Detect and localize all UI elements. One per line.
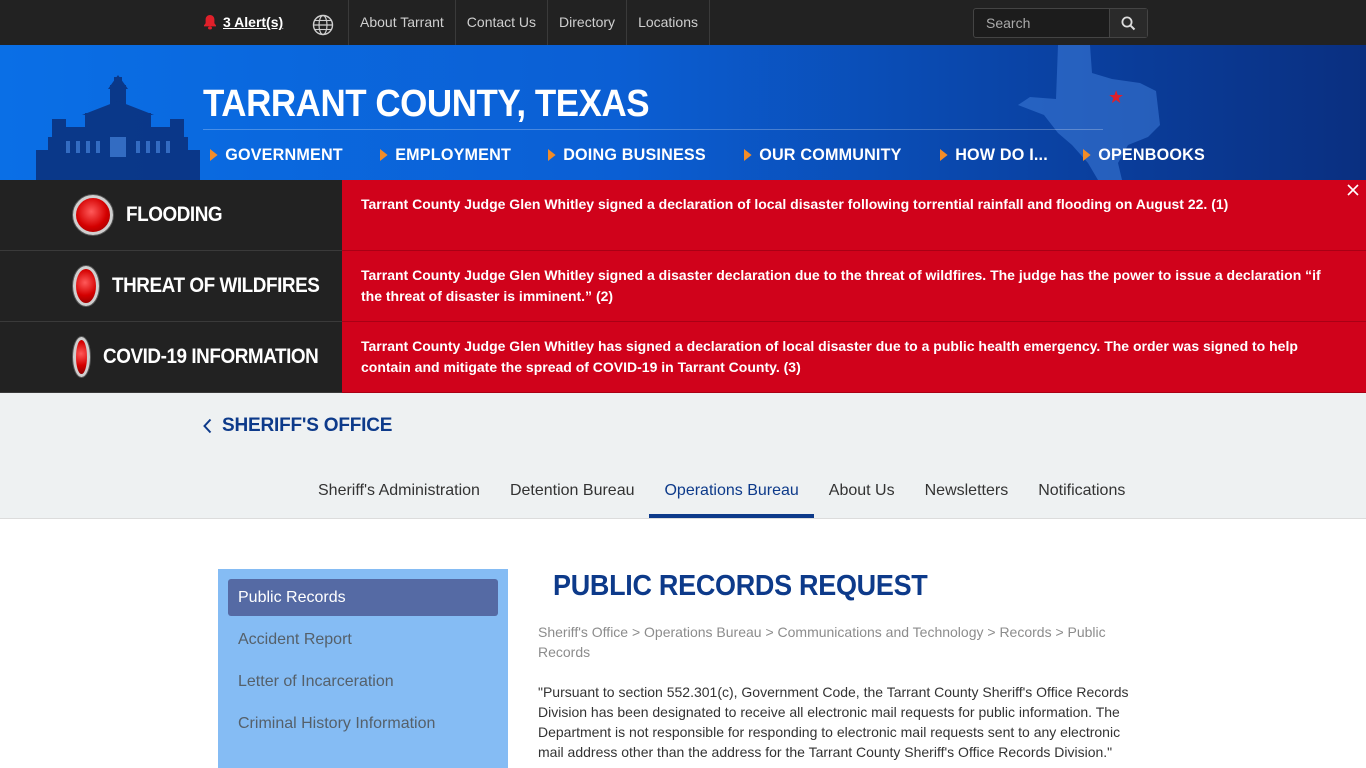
nav-employment[interactable]: EMPLOYMENT: [379, 145, 511, 165]
globe-icon[interactable]: [312, 14, 334, 36]
utility-bar: 3 Alert(s) About Tarrant Contact Us Dire…: [0, 0, 1366, 45]
alerts-label: 3 Alert(s): [223, 14, 284, 30]
sidebar-item-letter-of-incarceration[interactable]: Letter of Incarceration: [228, 663, 498, 700]
arrow-right-icon: [210, 149, 218, 161]
main-nav: GOVERNMENT EMPLOYMENT DOING BUSINESS OUR…: [210, 145, 1242, 165]
alerts-panel: FLOODING Tarrant County Judge Glen Whitl…: [0, 180, 1366, 393]
chevron-left-icon: [203, 418, 212, 434]
section-tabs: Sheriff's Administration Detention Burea…: [303, 473, 1140, 518]
tab-newsletters[interactable]: Newsletters: [910, 473, 1024, 518]
nav-label: GOVERNMENT: [225, 145, 343, 164]
arrow-right-icon: [547, 149, 556, 161]
utility-nav: About Tarrant Contact Us Directory Locat…: [348, 0, 710, 45]
section-header: SHERIFF'S OFFICE Sheriff's Administratio…: [0, 393, 1366, 519]
nav-label: OPENBOOKS: [1098, 145, 1206, 164]
alert-row-covid[interactable]: COVID-19 INFORMATION Tarrant County Judg…: [0, 322, 1366, 393]
alert-light-icon: [73, 266, 99, 306]
sidebar-item-public-records[interactable]: Public Records: [228, 579, 498, 616]
tab-operations-bureau[interactable]: Operations Bureau: [649, 473, 814, 518]
search-box: [973, 8, 1148, 38]
nav-doing-business[interactable]: DOING BUSINESS: [547, 145, 706, 165]
alert-heading: COVID-19 INFORMATION: [0, 322, 342, 393]
page-title: PUBLIC RECORDS REQUEST: [553, 570, 928, 602]
alert-light-icon: [73, 337, 90, 377]
sidebar-item-accident-report[interactable]: Accident Report: [228, 621, 498, 658]
search-icon: [1121, 16, 1136, 30]
nav-our-community[interactable]: OUR COMMUNITY: [743, 145, 902, 165]
close-icon[interactable]: [1346, 183, 1360, 197]
sidebar: Public Records Accident Report Letter of…: [218, 569, 508, 768]
link-directory[interactable]: Directory: [547, 0, 626, 45]
alert-message[interactable]: Tarrant County Judge Glen Whitley signed…: [342, 180, 1366, 251]
alert-title: THREAT OF WILDFIRES: [111, 274, 320, 297]
alert-message[interactable]: Tarrant County Judge Glen Whitley has si…: [342, 322, 1366, 393]
body-text: "Pursuant to section 552.301(c), Governm…: [538, 684, 1129, 760]
alert-title: COVID-19 INFORMATION: [102, 345, 319, 368]
nav-label: HOW DO I...: [955, 145, 1048, 164]
sidebar-item-criminal-history[interactable]: Criminal History Information: [228, 705, 498, 742]
site-header: ★ TARRANT COUNTY, TEXAS GOVERNMENT EMPLO…: [0, 45, 1366, 180]
alert-light-icon: [73, 195, 113, 235]
nav-government[interactable]: GOVERNMENT: [210, 145, 343, 165]
arrow-right-icon: [379, 149, 388, 161]
back-label: SHERIFF'S OFFICE: [222, 415, 393, 436]
link-contact-us[interactable]: Contact Us: [454, 0, 547, 45]
courthouse-image: [36, 75, 200, 180]
alert-heading: FLOODING: [0, 180, 342, 251]
arrow-right-icon: [1083, 149, 1092, 161]
breadcrumb[interactable]: Sheriff's Office > Operations Bureau > C…: [538, 622, 1138, 662]
alert-row-flooding[interactable]: FLOODING Tarrant County Judge Glen Whitl…: [0, 180, 1366, 251]
link-locations[interactable]: Locations: [626, 0, 710, 45]
nav-label: EMPLOYMENT: [395, 145, 511, 164]
nav-label: DOING BUSINESS: [562, 145, 706, 164]
tab-sheriffs-administration[interactable]: Sheriff's Administration: [303, 473, 495, 518]
back-to-sheriffs-office[interactable]: SHERIFF'S OFFICE: [203, 415, 392, 437]
link-about-tarrant[interactable]: About Tarrant: [348, 0, 455, 45]
arrow-right-icon: [939, 149, 948, 161]
svg-text:★: ★: [1108, 87, 1124, 108]
alert-row-wildfires[interactable]: THREAT OF WILDFIRES Tarrant County Judge…: [0, 251, 1366, 322]
search-input[interactable]: [974, 9, 1109, 37]
bell-icon: [204, 15, 216, 30]
nav-openbooks[interactable]: OPENBOOKS: [1083, 145, 1205, 165]
site-title[interactable]: TARRANT COUNTY, TEXAS: [203, 83, 650, 126]
alert-heading: THREAT OF WILDFIRES: [0, 251, 342, 322]
nav-label: OUR COMMUNITY: [759, 145, 902, 164]
tab-notifications[interactable]: Notifications: [1023, 473, 1140, 518]
nav-divider: [203, 129, 1103, 130]
tab-about-us[interactable]: About Us: [814, 473, 910, 518]
alert-title: FLOODING: [126, 203, 223, 226]
arrow-right-icon: [743, 149, 752, 161]
nav-how-do-i[interactable]: HOW DO I...: [939, 145, 1048, 165]
alerts-link[interactable]: 3 Alert(s): [203, 14, 283, 30]
alert-message[interactable]: Tarrant County Judge Glen Whitley signed…: [342, 251, 1366, 322]
tab-detention-bureau[interactable]: Detention Bureau: [495, 473, 650, 518]
search-button[interactable]: [1109, 9, 1147, 37]
